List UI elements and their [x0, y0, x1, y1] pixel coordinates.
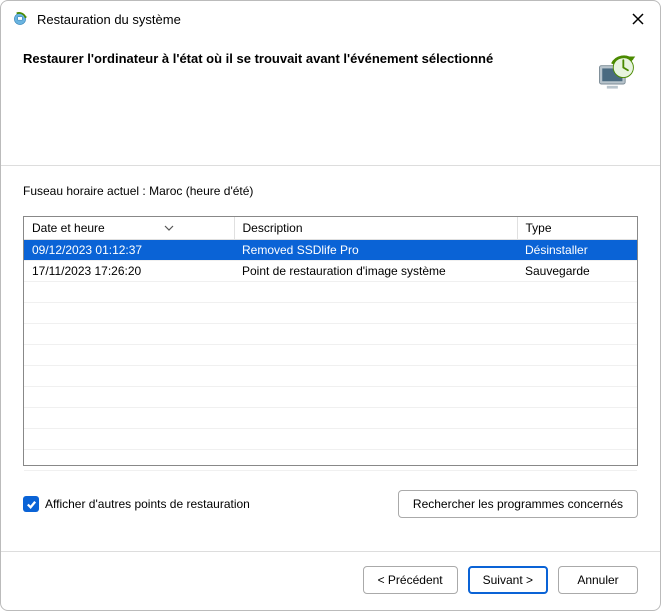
column-header-date[interactable]: Date et heure — [24, 217, 234, 240]
timezone-label: Fuseau horaire actuel : Maroc (heure d'é… — [23, 184, 638, 198]
table-row-empty — [24, 450, 637, 471]
table-row[interactable]: 09/12/2023 01:12:37Removed SSDlife ProDé… — [24, 240, 637, 261]
page-headline: Restaurer l'ordinateur à l'état où il se… — [23, 51, 493, 66]
show-more-restore-points-label: Afficher d'autres points de restauration — [45, 497, 250, 511]
scan-affected-programs-button[interactable]: Rechercher les programmes concernés — [398, 490, 638, 518]
system-restore-icon — [11, 10, 29, 28]
back-button[interactable]: < Précédent — [363, 566, 458, 594]
column-header-date-label: Date et heure — [32, 221, 105, 235]
table-cell-type: Désinstaller — [517, 240, 637, 261]
table-row-empty — [24, 345, 637, 366]
table-row-empty — [24, 387, 637, 408]
table-row-empty — [24, 366, 637, 387]
titlebar: Restauration du système — [1, 1, 660, 35]
table-row-empty — [24, 282, 637, 303]
table-row-empty — [24, 429, 637, 450]
table-row-empty — [24, 408, 637, 429]
table-cell-date: 17/11/2023 17:26:20 — [24, 261, 234, 282]
next-button[interactable]: Suivant > — [468, 566, 548, 594]
column-header-type-label: Type — [526, 221, 552, 235]
show-more-restore-points-checkbox[interactable]: Afficher d'autres points de restauration — [23, 496, 250, 512]
table-row[interactable]: 17/11/2023 17:26:20Point de restauration… — [24, 261, 637, 282]
cancel-button[interactable]: Annuler — [558, 566, 638, 594]
table-cell-type: Sauvegarde — [517, 261, 637, 282]
system-restore-large-icon — [594, 51, 638, 95]
table-cell-desc: Point de restauration d'image système — [234, 261, 517, 282]
close-button[interactable] — [626, 7, 650, 31]
column-header-type[interactable]: Type — [517, 217, 637, 240]
sort-indicator-icon — [164, 220, 174, 234]
table-row-empty — [24, 303, 637, 324]
checkbox-checked-icon — [23, 496, 39, 512]
restore-points-table[interactable]: Date et heure Description Type 09/12/202… — [23, 216, 638, 466]
column-header-description[interactable]: Description — [234, 217, 517, 240]
header: Restaurer l'ordinateur à l'état où il se… — [1, 35, 660, 105]
content-area: Fuseau horaire actuel : Maroc (heure d'é… — [1, 166, 660, 551]
column-header-description-label: Description — [243, 221, 303, 235]
wizard-footer: < Précédent Suivant > Annuler — [1, 551, 660, 610]
table-cell-date: 09/12/2023 01:12:37 — [24, 240, 234, 261]
window-title: Restauration du système — [37, 12, 626, 27]
table-row-empty — [24, 324, 637, 345]
table-cell-desc: Removed SSDlife Pro — [234, 240, 517, 261]
